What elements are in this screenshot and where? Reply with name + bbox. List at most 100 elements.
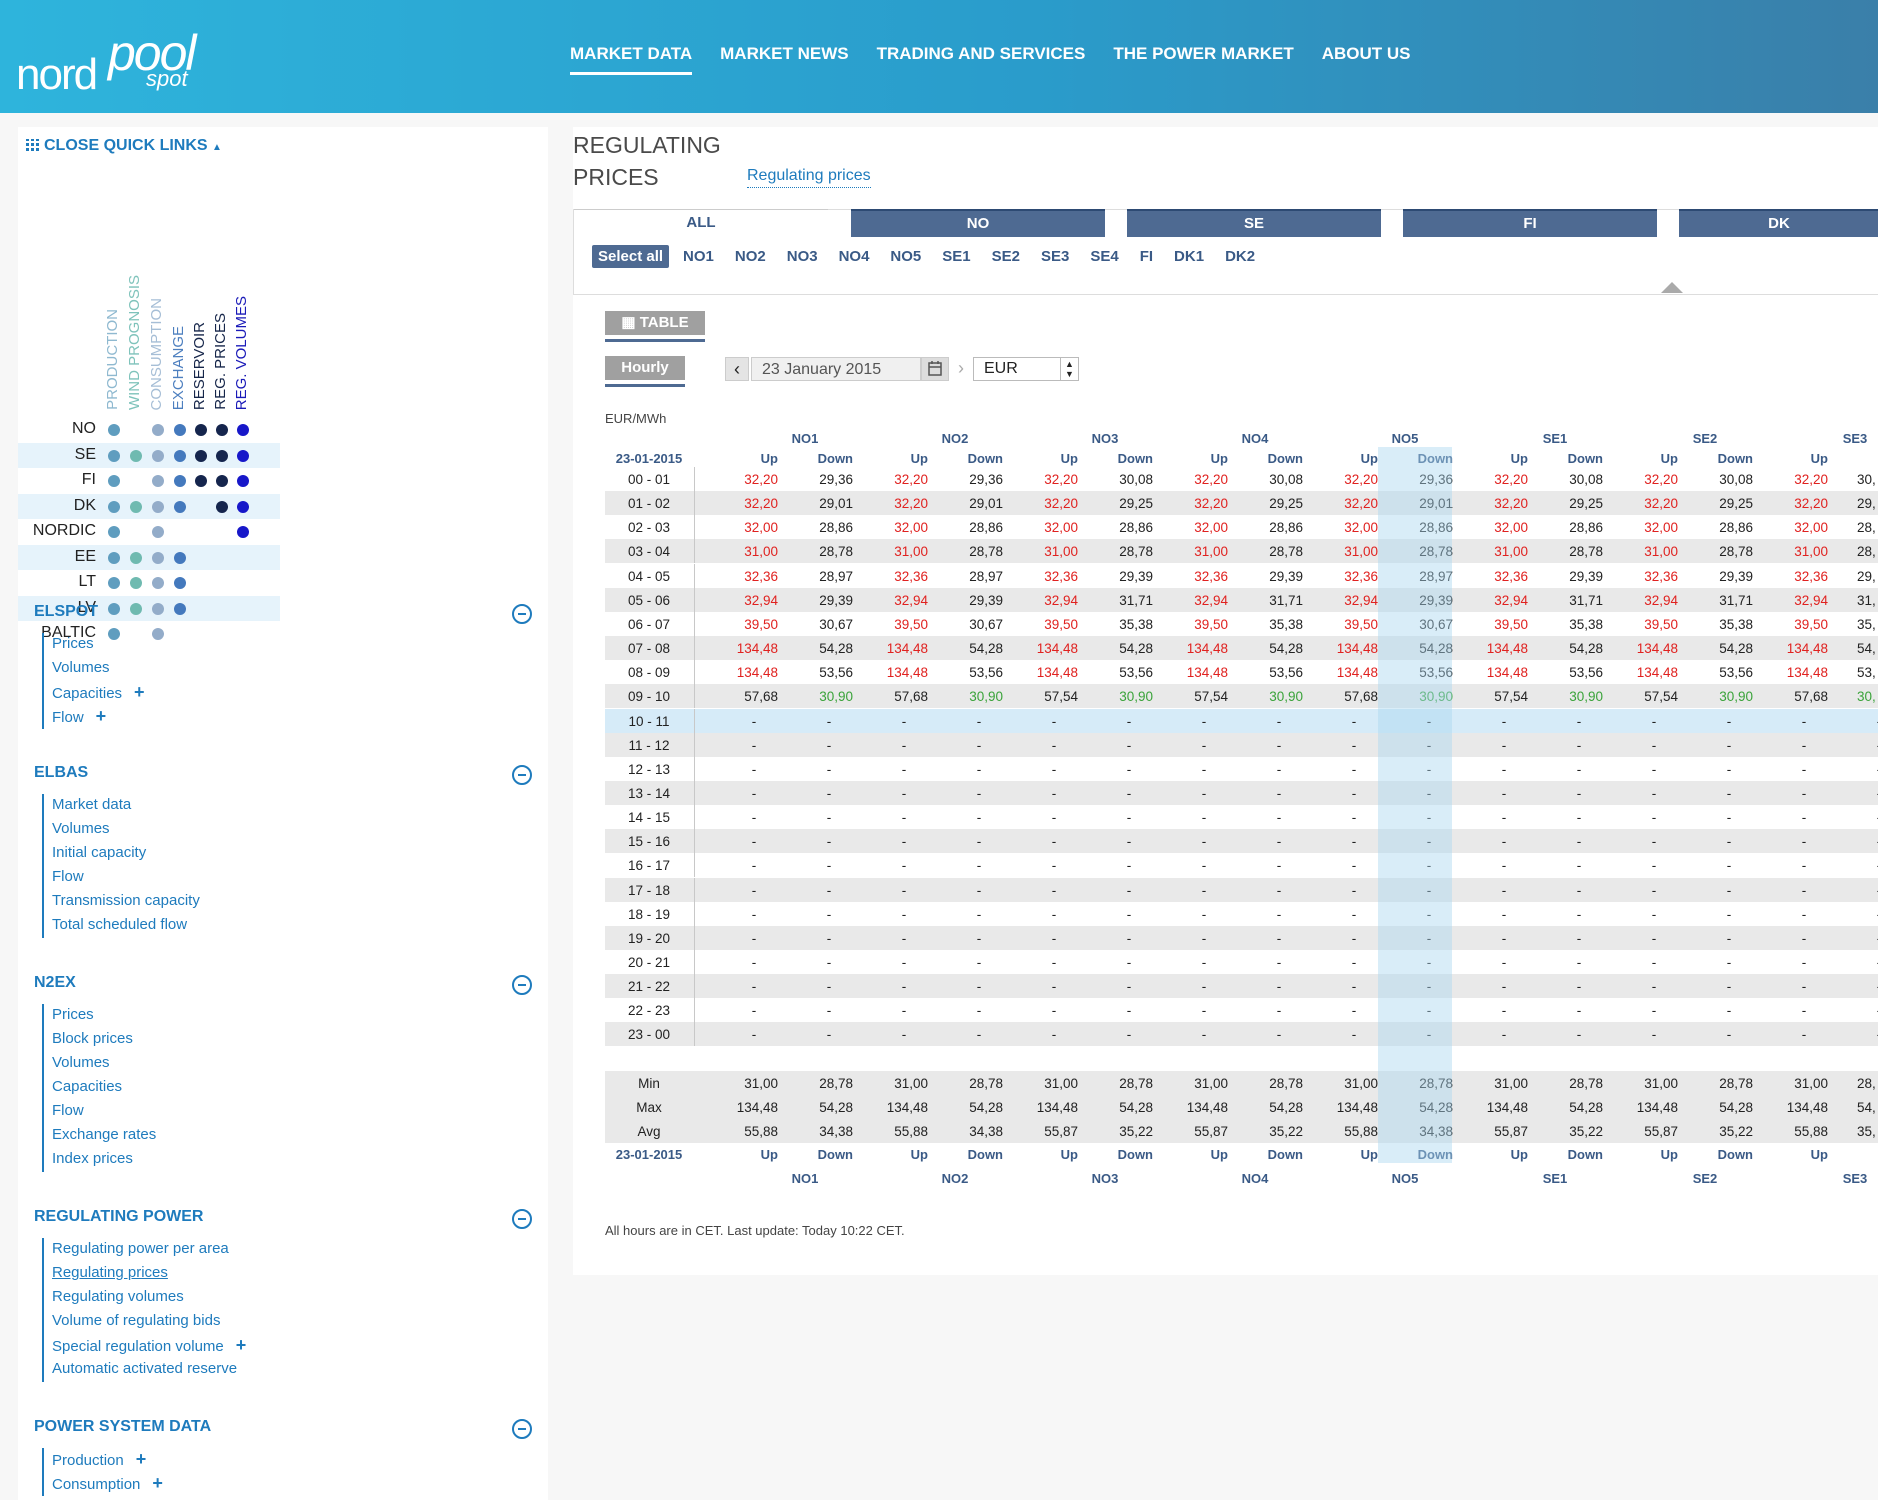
- matrix-dot[interactable]: [195, 449, 207, 462]
- sidebar-link-total-scheduled-flow[interactable]: Total scheduled flow: [52, 914, 200, 938]
- matrix-col-exchange[interactable]: EXCHANGE: [170, 326, 190, 410]
- matrix-dot[interactable]: [237, 526, 249, 538]
- area-no3[interactable]: NO3: [787, 248, 818, 265]
- section-title-regulating-power[interactable]: REGULATING POWER: [34, 1208, 203, 1226]
- nav-trading-and-services[interactable]: TRADING AND SERVICES: [877, 44, 1086, 75]
- matrix-dot[interactable]: [152, 500, 164, 513]
- next-day-button[interactable]: ›: [949, 357, 973, 381]
- matrix-dot[interactable]: [174, 577, 186, 589]
- date-input[interactable]: 23 January 2015: [751, 357, 921, 381]
- previous-day-button[interactable]: ‹: [725, 357, 749, 381]
- matrix-dot[interactable]: [108, 449, 120, 462]
- expand-plus-icon[interactable]: +: [236, 1335, 247, 1355]
- matrix-dot[interactable]: [237, 424, 249, 436]
- select-all-button[interactable]: Select all: [592, 245, 670, 268]
- area-se1[interactable]: SE1: [942, 248, 970, 265]
- matrix-dot[interactable]: [152, 577, 164, 589]
- sidebar-link-special-regulation-volume[interactable]: Special regulation volume +: [52, 1334, 246, 1358]
- matrix-col-consumption[interactable]: CONSUMPTION: [148, 298, 168, 411]
- matrix-dot[interactable]: [108, 500, 120, 513]
- matrix-dot[interactable]: [174, 500, 186, 513]
- hourly-button[interactable]: Hourly: [605, 356, 685, 380]
- sidebar-link-volumes[interactable]: Volumes: [52, 1052, 156, 1076]
- calendar-icon[interactable]: [921, 357, 949, 381]
- expand-plus-icon[interactable]: +: [134, 682, 145, 702]
- nav-market-data[interactable]: MARKET DATA: [570, 44, 693, 75]
- matrix-dot[interactable]: [152, 602, 164, 615]
- section-title-power-system-data[interactable]: POWER SYSTEM DATA: [34, 1418, 211, 1436]
- matrix-dot[interactable]: [108, 577, 120, 589]
- matrix-dot[interactable]: [130, 449, 142, 462]
- matrix-dot[interactable]: [152, 424, 164, 436]
- tab-all[interactable]: ALL: [574, 209, 828, 236]
- sidebar-link-regulating-volumes[interactable]: Regulating volumes: [52, 1286, 246, 1310]
- sidebar-link-transmission-capacity[interactable]: Transmission capacity: [52, 890, 200, 914]
- area-se3[interactable]: SE3: [1041, 248, 1069, 265]
- matrix-dot[interactable]: [195, 475, 207, 487]
- collapse-icon[interactable]: [512, 765, 532, 785]
- matrix-dot[interactable]: [130, 602, 142, 615]
- matrix-dot[interactable]: [174, 602, 186, 615]
- matrix-dot[interactable]: [195, 424, 207, 436]
- matrix-dot[interactable]: [152, 449, 164, 462]
- section-title-elspot[interactable]: ELSPOT: [34, 603, 98, 621]
- nav-market-news[interactable]: MARKET NEWS: [720, 44, 848, 75]
- sidebar-link-flow[interactable]: Flow: [52, 866, 200, 890]
- matrix-dot[interactable]: [216, 475, 228, 487]
- sidebar-link-capacities[interactable]: Capacities: [52, 1076, 156, 1100]
- sidebar-link-block-prices[interactable]: Block prices: [52, 1028, 156, 1052]
- table-view-button[interactable]: ▦ TABLE: [605, 311, 705, 335]
- matrix-col-reg-prices[interactable]: REG. PRICES: [212, 313, 232, 410]
- sidebar-link-volumes[interactable]: Volumes: [52, 657, 145, 681]
- sidebar-link-prices[interactable]: Prices: [52, 633, 145, 657]
- sidebar-link-capacities[interactable]: Capacities +: [52, 681, 145, 705]
- sidebar-link-production[interactable]: Production +: [52, 1448, 163, 1472]
- matrix-dot[interactable]: [130, 500, 142, 513]
- area-dk2[interactable]: DK2: [1225, 248, 1255, 265]
- sidebar-link-automatic-activated-reserve[interactable]: Automatic activated reserve: [52, 1358, 246, 1382]
- tab-dk[interactable]: DK: [1679, 209, 1878, 237]
- sidebar-link-flow[interactable]: Flow: [52, 1100, 156, 1124]
- area-no1[interactable]: NO1: [683, 248, 714, 265]
- sidebar-link-volume-of-regulating-bids[interactable]: Volume of regulating bids: [52, 1310, 246, 1334]
- matrix-dot[interactable]: [108, 526, 120, 538]
- expand-plus-icon[interactable]: +: [152, 1473, 163, 1493]
- matrix-col-production[interactable]: PRODUCTION: [104, 309, 124, 410]
- matrix-dot[interactable]: [130, 577, 142, 589]
- sidebar-link-initial-capacity[interactable]: Initial capacity: [52, 842, 200, 866]
- matrix-dot[interactable]: [174, 475, 186, 487]
- matrix-dot[interactable]: [216, 449, 228, 462]
- collapse-icon[interactable]: [512, 975, 532, 995]
- matrix-dot[interactable]: [130, 551, 142, 564]
- sidebar-link-index-prices[interactable]: Index prices: [52, 1148, 156, 1172]
- section-title-elbas[interactable]: ELBAS: [34, 764, 88, 782]
- collapse-icon[interactable]: [512, 1209, 532, 1229]
- area-no2[interactable]: NO2: [735, 248, 766, 265]
- matrix-dot[interactable]: [237, 475, 249, 487]
- collapse-icon[interactable]: [512, 1419, 532, 1439]
- collapse-icon[interactable]: [512, 604, 532, 624]
- matrix-col-reg-volumes[interactable]: REG. VOLUMES: [233, 296, 253, 410]
- expand-plus-icon[interactable]: +: [96, 706, 107, 726]
- matrix-dot[interactable]: [108, 551, 120, 564]
- matrix-dot[interactable]: [152, 628, 164, 640]
- matrix-col-reservoir[interactable]: RESERVOIR: [191, 322, 211, 410]
- sidebar-link-market-data[interactable]: Market data: [52, 794, 200, 818]
- breadcrumb-regulating-prices[interactable]: Regulating prices: [747, 167, 871, 188]
- expand-plus-icon[interactable]: +: [136, 1449, 147, 1469]
- nav-about-us[interactable]: ABOUT US: [1322, 44, 1411, 75]
- nordpool-spot-logo[interactable]: nord pool spot: [16, 22, 206, 99]
- sidebar-link-volumes[interactable]: Volumes: [52, 818, 200, 842]
- matrix-col-wind-prognosis[interactable]: WIND PROGNOSIS: [126, 275, 146, 410]
- nav-the-power-market[interactable]: THE POWER MARKET: [1113, 44, 1293, 75]
- matrix-dot[interactable]: [216, 424, 228, 436]
- matrix-dot[interactable]: [174, 424, 186, 436]
- sidebar-link-flow[interactable]: Flow +: [52, 705, 145, 729]
- area-se4[interactable]: SE4: [1090, 248, 1118, 265]
- tab-se[interactable]: SE: [1127, 209, 1381, 237]
- matrix-dot[interactable]: [108, 424, 120, 436]
- area-no4[interactable]: NO4: [839, 248, 870, 265]
- matrix-dot[interactable]: [152, 551, 164, 564]
- matrix-dot[interactable]: [216, 500, 228, 513]
- matrix-dot[interactable]: [174, 449, 186, 462]
